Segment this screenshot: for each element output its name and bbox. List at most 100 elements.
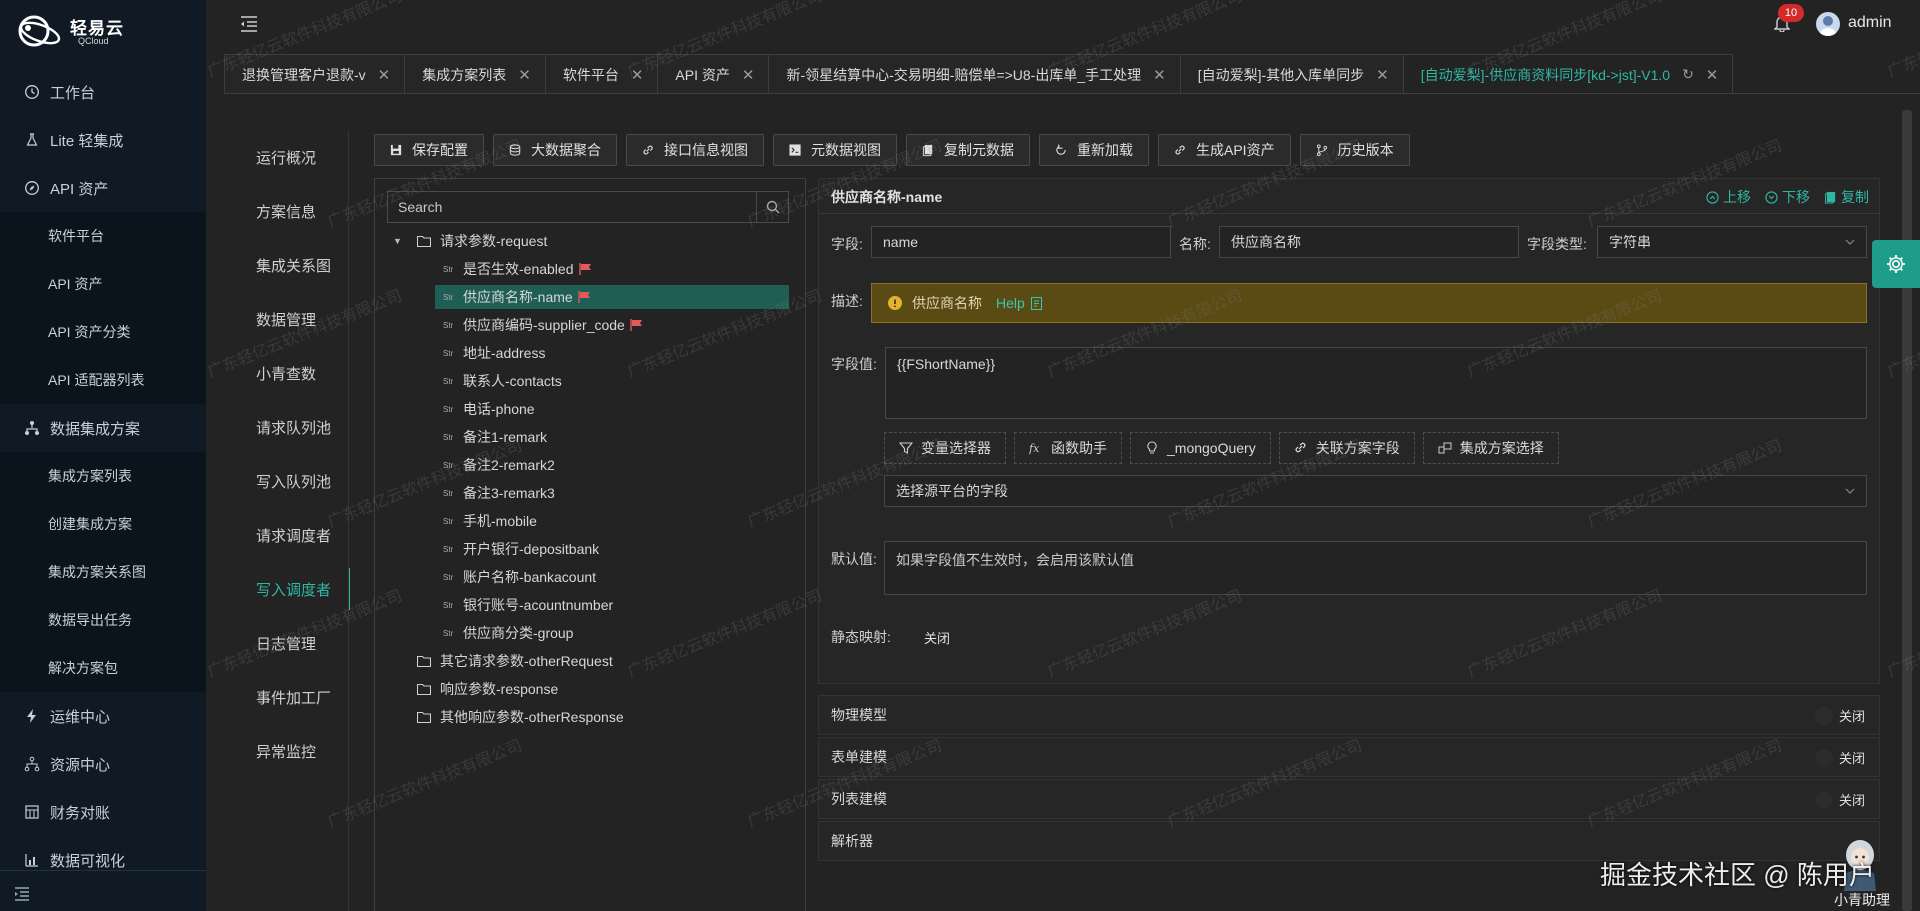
tree-field[interactable]: Str 银行账号-acountnumber (435, 593, 613, 617)
sidebar-item[interactable]: 运维中心 (0, 692, 206, 740)
tree-field[interactable]: Str 联系人-contacts (435, 369, 562, 393)
sidebar-item[interactable]: 数据集成方案 (0, 404, 206, 452)
tree-field[interactable]: Str 开户银行-depositbank (435, 537, 599, 561)
field-key-input[interactable]: name (871, 226, 1171, 258)
tab[interactable]: 软件平台 ✕ (544, 54, 659, 94)
tree-field[interactable]: Str 是否生效-enabled (435, 257, 593, 281)
tab[interactable]: 集成方案列表 ✕ (404, 54, 546, 94)
sidebar-item[interactable]: 财务对账 (0, 788, 206, 836)
tab[interactable]: 退换管理客户退款-v ✕ (224, 54, 406, 94)
copy-field-button[interactable]: 复制 (1824, 187, 1869, 207)
page-scrollbar[interactable] (1902, 110, 1912, 911)
move-down-button[interactable]: 下移 (1765, 187, 1810, 207)
section-menu-item[interactable]: 运行概况 (236, 130, 350, 184)
tab[interactable]: [自动爱梨]-供应商资料同步[kd->jst]-V1.0 ↻ ✕ (1402, 54, 1734, 94)
sidebar-item[interactable]: Lite 轻集成 (0, 116, 206, 164)
tree-folder[interactable]: 响应参数-response (393, 677, 558, 701)
sidebar-item[interactable]: API 资产 (0, 260, 206, 308)
default-value-textarea[interactable]: 如果字段值不生效时，会启用该默认值 (884, 541, 1867, 595)
collapsible-section[interactable]: 物理模型 关闭 (818, 695, 1880, 735)
assistant-label[interactable]: 小青助理 (1834, 890, 1890, 910)
toolbar-button[interactable]: 重新加载 (1039, 134, 1149, 166)
helper-button[interactable]: 变量选择器 (884, 432, 1006, 464)
tree-field[interactable]: Str 手机-mobile (435, 509, 537, 533)
close-icon[interactable]: ✕ (1376, 66, 1389, 84)
logo[interactable]: 轻易云 QCloud (14, 12, 194, 52)
helper-button[interactable]: 关联方案字段 (1278, 432, 1415, 464)
toolbar-button[interactable]: 历史版本 (1299, 134, 1410, 166)
help-link[interactable]: Help (996, 295, 1042, 311)
tab[interactable]: [自动爱梨]-其他入库单同步 ✕ (1179, 54, 1404, 94)
section-menu-item[interactable]: 异常监控 (236, 724, 350, 778)
close-icon[interactable]: ✕ (742, 66, 755, 84)
section-menu-item[interactable]: 小青查数 (236, 346, 350, 400)
close-icon[interactable]: ✕ (631, 66, 644, 84)
section-menu-item[interactable]: 写入调度者 (236, 562, 350, 616)
reload-icon[interactable]: ↻ (1682, 66, 1694, 83)
close-icon[interactable]: ✕ (378, 66, 391, 84)
settings-button[interactable] (1872, 240, 1920, 288)
tab[interactable]: 新-领星结算中心-交易明细-赔偿单=>U8-出库单_手工处理 ✕ (768, 54, 1181, 94)
username[interactable]: admin (1848, 14, 1892, 32)
tree-field[interactable]: Str 备注2-remark2 (435, 453, 555, 477)
toolbar-button[interactable]: 复制元数据 (906, 134, 1030, 166)
toolbar-button[interactable]: 接口信息视图 (626, 134, 764, 166)
toolbar-button[interactable]: 元数据视图 (773, 134, 897, 166)
collapsible-section[interactable]: 列表建模 关闭 (818, 779, 1880, 819)
field-value-textarea[interactable]: {{FShortName}} (885, 347, 1867, 419)
section-menu-item[interactable]: 请求队列池 (236, 400, 350, 454)
close-icon[interactable]: ✕ (518, 66, 531, 84)
tab[interactable]: API 资产 ✕ (657, 54, 770, 94)
caret-down-icon[interactable]: ▼ (393, 236, 403, 246)
sidebar-item[interactable]: 数据可视化 (0, 836, 206, 884)
sidebar-item[interactable]: API 适配器列表 (0, 356, 206, 404)
collapse-sidebar-icon[interactable] (14, 887, 30, 901)
close-icon[interactable]: ✕ (1153, 66, 1166, 84)
sidebar-item[interactable]: 软件平台 (0, 212, 206, 260)
section-menu-item[interactable]: 方案信息 (236, 184, 350, 238)
tree-field[interactable]: Str 供应商名称-name (435, 285, 789, 309)
tree-folder[interactable]: 其他响应参数-otherResponse (393, 705, 624, 729)
avatar[interactable] (1816, 12, 1840, 36)
section-menu-item[interactable]: 日志管理 (236, 616, 350, 670)
section-toggle[interactable]: 关闭 (1814, 706, 1865, 725)
section-menu-item[interactable]: 集成关系图 (236, 238, 350, 292)
sidebar-item[interactable]: 集成方案列表 (0, 452, 206, 500)
helper-button[interactable]: fx 函数助手 (1014, 432, 1122, 464)
sidebar-item[interactable]: 集成方案关系图 (0, 548, 206, 596)
sidebar-item[interactable]: 工作台 (0, 68, 206, 116)
section-toggle[interactable]: 关闭 (1814, 748, 1865, 767)
sidebar-item[interactable]: API 资产 (0, 164, 206, 212)
tree-field[interactable]: Str 电话-phone (435, 397, 535, 421)
move-up-button[interactable]: 上移 (1706, 187, 1751, 207)
section-menu-item[interactable]: 数据管理 (236, 292, 350, 346)
sidebar-item[interactable]: 资源中心 (0, 740, 206, 788)
sidebar-item[interactable]: API 资产分类 (0, 308, 206, 356)
tree-field[interactable]: Str 账户名称-bankacount (435, 565, 596, 589)
sidebar-item[interactable]: 解决方案包 (0, 644, 206, 692)
close-icon[interactable]: ✕ (1706, 66, 1719, 84)
tree-field[interactable]: Str 供应商分类-group (435, 621, 573, 645)
tree-field[interactable]: Str 地址-address (435, 341, 545, 365)
helper-button[interactable]: 集成方案选择 (1422, 432, 1559, 464)
toolbar-button[interactable]: 保存配置 (374, 134, 484, 166)
tree-search-input[interactable] (388, 192, 756, 222)
toolbar-button[interactable]: 大数据聚合 (493, 134, 617, 166)
field-name-input[interactable]: 供应商名称 (1219, 226, 1519, 258)
search-button[interactable] (756, 192, 788, 222)
tree-field[interactable]: Str 供应商编码-supplier_code (435, 313, 644, 337)
section-toggle[interactable]: 关闭 (1814, 790, 1865, 809)
helper-button[interactable]: _mongoQuery (1130, 432, 1271, 464)
field-type-select[interactable]: 字符串 (1597, 226, 1867, 258)
menu-toggle-icon[interactable] (240, 16, 258, 32)
source-field-select[interactable]: 选择源平台的字段 (884, 475, 1867, 507)
tree-field[interactable]: Str 备注1-remark (435, 425, 547, 449)
section-menu-item[interactable]: 请求调度者 (236, 508, 350, 562)
sidebar-item[interactable]: 数据导出任务 (0, 596, 206, 644)
collapsible-section[interactable]: 表单建模 关闭 (818, 737, 1880, 777)
static-mapping-toggle[interactable]: 关闭 (924, 628, 950, 647)
tree-folder[interactable]: ▼ 请求参数-request (393, 229, 547, 253)
tree-folder[interactable]: 其它请求参数-otherRequest (393, 649, 613, 673)
sidebar-item[interactable]: 创建集成方案 (0, 500, 206, 548)
toolbar-button[interactable]: 生成API资产 (1158, 134, 1291, 166)
